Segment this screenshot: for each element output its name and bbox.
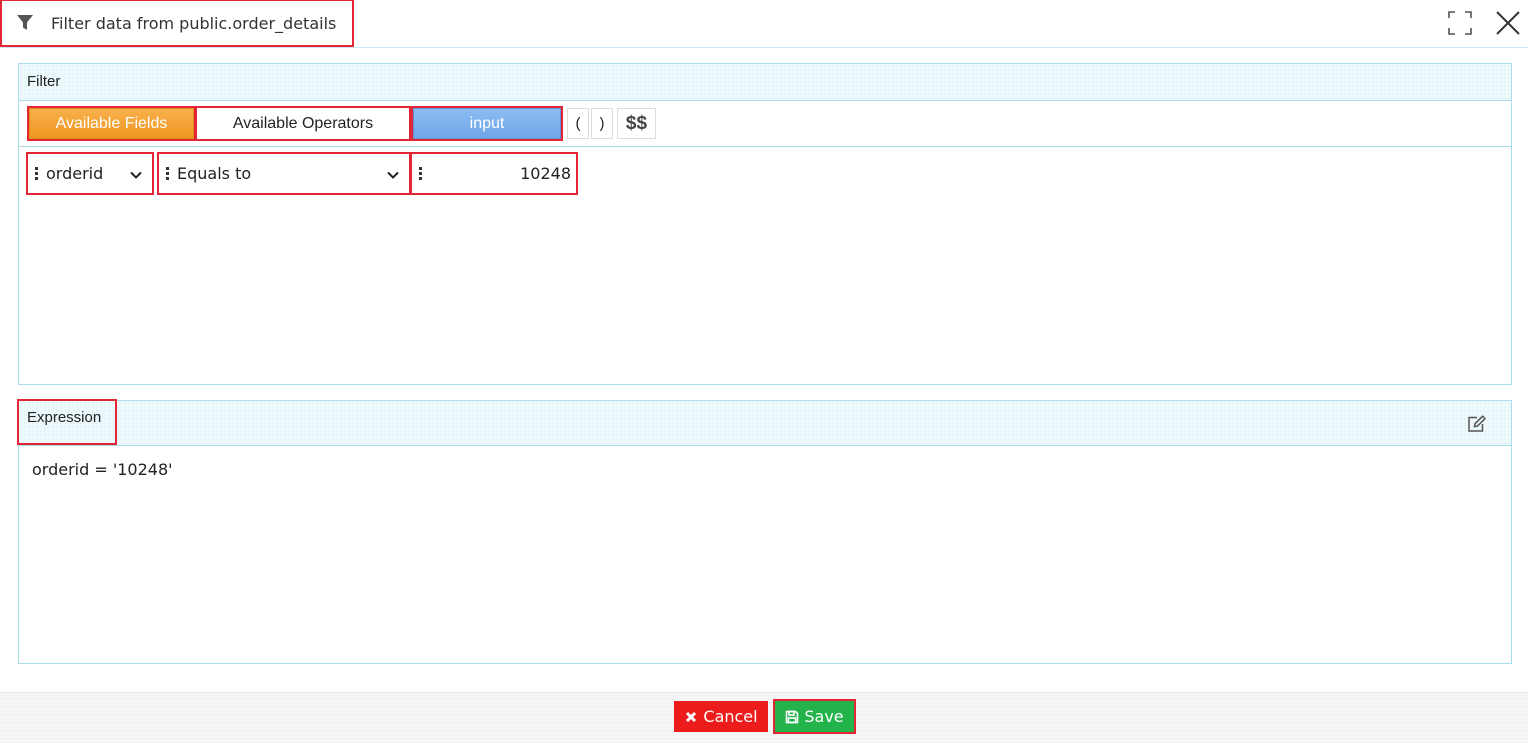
edit-icon[interactable] bbox=[1467, 415, 1487, 433]
expression-panel: Expression orderid = '10248' bbox=[17, 399, 1512, 664]
filter-heading: Filter bbox=[27, 73, 61, 90]
available-fields-button[interactable]: Available Fields bbox=[27, 106, 196, 141]
cancel-button[interactable]: Cancel bbox=[674, 701, 768, 732]
close-paren-button[interactable]: ) bbox=[591, 108, 613, 139]
field-select-value: orderid bbox=[46, 164, 104, 183]
cancel-label: Cancel bbox=[703, 707, 758, 726]
dialog-title-group: Filter data from public.order_details bbox=[0, 0, 354, 47]
input-button[interactable]: input bbox=[411, 106, 563, 141]
dialog-titlebar: Filter data from public.order_details bbox=[0, 0, 1528, 48]
value-input[interactable]: 10248 bbox=[410, 152, 578, 195]
floppy-disk-icon bbox=[785, 710, 799, 724]
dollars-button[interactable]: $$ bbox=[617, 108, 656, 139]
value-input-text: 10248 bbox=[520, 164, 571, 183]
drag-handle-icon[interactable] bbox=[419, 167, 422, 180]
drag-handle-icon[interactable] bbox=[166, 167, 169, 180]
chevron-down-icon bbox=[129, 167, 143, 181]
operator-select-value: Equals to bbox=[177, 164, 252, 183]
filter-icon bbox=[16, 14, 34, 32]
x-icon bbox=[684, 710, 698, 724]
maximize-icon[interactable] bbox=[1447, 10, 1473, 36]
open-paren-button[interactable]: ( bbox=[567, 108, 589, 139]
operator-select[interactable]: Equals to bbox=[157, 152, 411, 195]
expression-panel-header: Expression bbox=[17, 399, 1511, 446]
save-label: Save bbox=[804, 707, 844, 726]
expression-heading: Expression bbox=[27, 409, 102, 426]
close-icon[interactable] bbox=[1494, 9, 1522, 37]
expression-text: orderid = '10248' bbox=[32, 460, 173, 479]
expression-heading-box: Expression bbox=[17, 399, 117, 445]
filter-panel-header: Filter bbox=[19, 64, 1511, 101]
available-operators-button[interactable]: Available Operators bbox=[195, 106, 411, 141]
save-button[interactable]: Save bbox=[773, 699, 856, 734]
drag-handle-icon[interactable] bbox=[35, 167, 38, 180]
dialog-title: Filter data from public.order_details bbox=[51, 13, 337, 33]
field-select[interactable]: orderid bbox=[26, 152, 154, 195]
filter-toolbar: Available Fields Available Operators inp… bbox=[19, 101, 1511, 147]
condition-row: orderid Equals to 10248 bbox=[19, 152, 1511, 196]
chevron-down-icon bbox=[386, 167, 400, 181]
dialog-footer: Cancel Save bbox=[0, 692, 1528, 743]
filter-panel: Filter Available Fields Available Operat… bbox=[18, 63, 1512, 385]
